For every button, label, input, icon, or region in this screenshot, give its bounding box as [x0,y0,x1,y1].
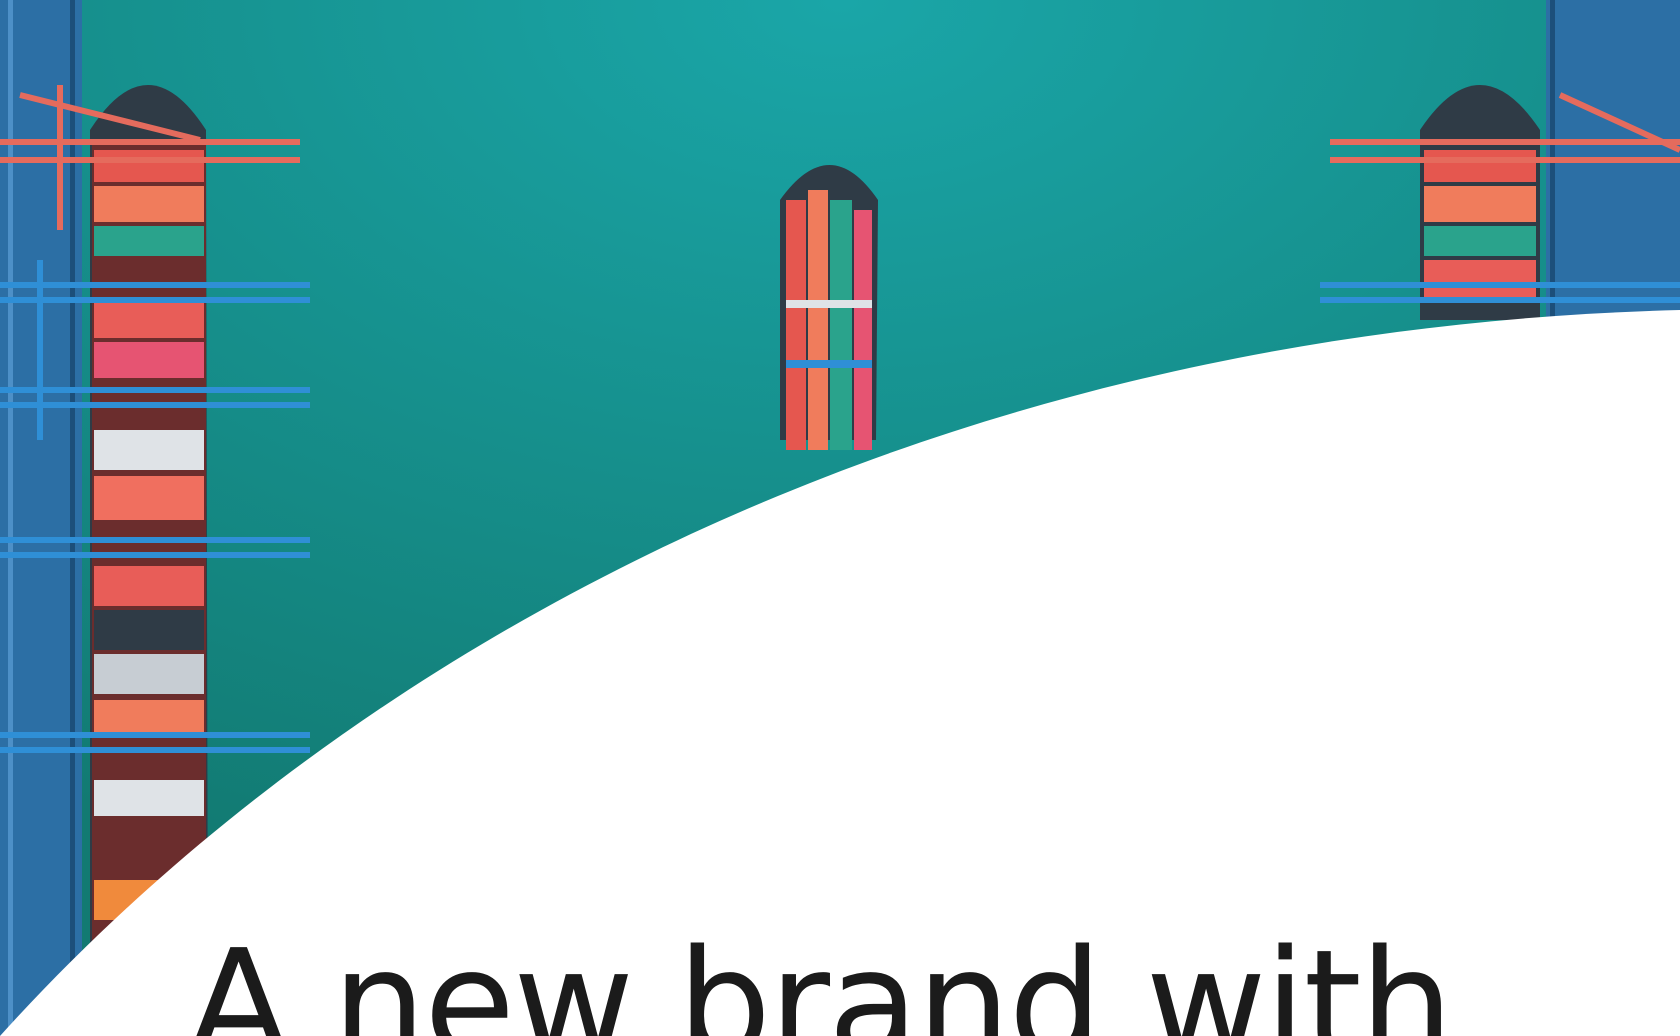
hero-image [0,0,1680,1036]
page: A new brand with [0,0,1680,1036]
left-dock [0,0,82,1036]
center-ship [780,165,878,450]
headline: A new brand with [188,918,1454,1036]
